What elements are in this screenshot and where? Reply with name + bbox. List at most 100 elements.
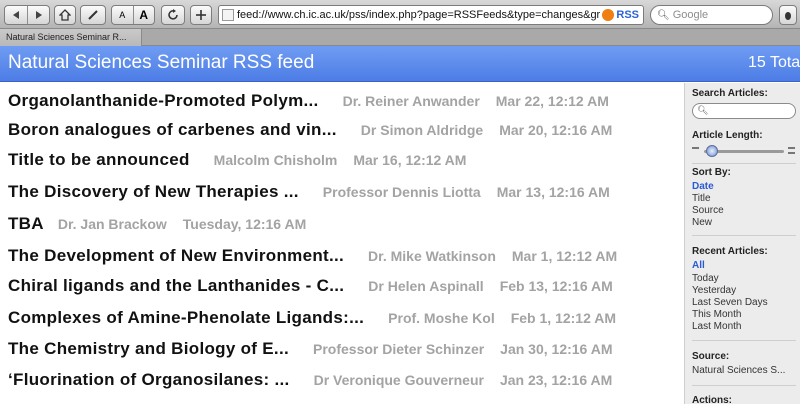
article-date: Mar 20, 12:16 AM [499,122,613,138]
forward-arrow-icon [35,11,42,19]
rss-icon[interactable] [602,9,615,21]
long-length-icon [788,147,795,154]
plus-icon [196,10,206,20]
divider [692,235,796,236]
article-title[interactable]: Title to be announced [8,150,190,170]
list-item[interactable]: The Development of New Environment... Dr… [8,246,617,276]
recent-option-all[interactable]: All [692,260,705,271]
divider [692,163,796,164]
address-bar[interactable]: feed://www.ch.ic.ac.uk/pss/index.php?pag… [218,5,644,25]
sort-option-new[interactable]: New [692,217,712,228]
article-title[interactable]: Complexes of Amine-Phenolate Ligands:... [8,308,364,328]
article-date: Mar 22, 12:12 AM [495,93,609,109]
article-author: Dr Veronique Gouverneur [313,372,484,388]
article-author: Dr Helen Aspinall [368,278,484,294]
list-item[interactable]: Chiral ligands and the Lanthanides - C..… [8,276,613,306]
article-title[interactable]: The Development of New Environment... [8,246,344,266]
divider [692,385,796,386]
article-title[interactable]: ‘Fluorination of Organosilanes: ... [8,370,290,390]
nav-buttons [4,5,50,25]
source-label: Source: [692,351,730,362]
text-smaller-button[interactable]: A [112,6,133,24]
sort-by-label: Sort By: [692,167,731,178]
article-author: Professor Dennis Liotta [322,184,481,200]
article-length-label: Article Length: [692,130,763,141]
article-title[interactable]: The Chemistry and Biology of E... [8,339,289,359]
page-favicon-icon [222,9,234,21]
sort-option-title[interactable]: Title [692,193,711,204]
add-bookmark-button[interactable] [190,5,212,25]
actions-label: Actions: [692,395,732,404]
search-placeholder: Google [672,9,709,21]
home-icon [59,9,71,21]
forward-button[interactable] [27,6,49,24]
list-item[interactable]: ‘Fluorination of Organosilanes: ... Dr V… [8,370,612,400]
recent-option-today[interactable]: Today [692,273,719,284]
back-button[interactable] [5,6,27,24]
address-url[interactable]: feed://www.ch.ic.ac.uk/pss/index.php?pag… [237,9,600,21]
home-button[interactable] [54,5,76,25]
list-item[interactable]: Title to be announced Malcolm Chisholm M… [8,150,466,180]
bookmark-edit-button[interactable] [80,5,106,25]
source-value[interactable]: Natural Sciences S... [692,365,785,376]
sort-option-source[interactable]: Source [692,205,724,216]
text-larger-button[interactable]: A [132,6,155,24]
browser-toolbar: A A feed://www.ch.ic.ac.uk/pss/index.php… [0,0,800,29]
search-icon: 🔍︎ [657,9,670,21]
recent-option-last-seven-days[interactable]: Last Seven Days [692,297,768,308]
reload-button[interactable] [161,5,185,25]
article-list: Organolanthanide-Promoted Polym... Dr. R… [0,83,684,404]
divider [692,340,796,341]
list-item[interactable]: The Chemistry and Biology of E... Profes… [8,339,613,369]
page-title: Natural Sciences Seminar RSS feed [8,52,315,73]
article-author: Dr. Jan Brackow [57,216,167,232]
article-date: Mar 1, 12:12 AM [511,248,618,264]
article-title[interactable]: Organolanthanide-Promoted Polym... [8,91,319,111]
back-arrow-icon [13,11,19,19]
reload-icon [168,9,178,20]
article-author: Dr Simon Aldridge [360,122,484,138]
text-size-buttons: A A [111,5,155,25]
pencil-icon [88,10,98,20]
recent-option-last-month[interactable]: Last Month [692,321,741,332]
search-icon: 🔍︎ [697,105,709,115]
article-date: Feb 13, 12:16 AM [499,278,613,294]
tab-rss-feed[interactable]: Natural Sciences Seminar R... [0,29,142,46]
article-date: Mar 13, 12:16 AM [496,184,610,200]
article-date: Mar 16, 12:12 AM [353,152,467,168]
feed-sidebar: Search Articles: 🔍︎ Article Length: Sort… [684,83,800,404]
article-title[interactable]: TBA [8,214,44,234]
article-author: Malcolm Chisholm [213,152,338,168]
list-item[interactable]: TBA Dr. Jan Brackow Tuesday, 12:16 AM [8,214,306,244]
article-title[interactable]: The Discovery of New Therapies ... [8,182,299,202]
article-author: Prof. Moshe Kol [388,310,495,326]
recent-option-this-month[interactable]: This Month [692,309,741,320]
search-articles-label: Search Articles: [692,88,768,99]
recent-option-yesterday[interactable]: Yesterday [692,285,736,296]
tab-strip: Natural Sciences Seminar R... [0,29,800,46]
recent-articles-label: Recent Articles: [692,246,768,257]
article-date: Feb 1, 12:12 AM [510,310,617,326]
google-search-field[interactable]: 🔍︎ Google [650,5,773,25]
article-author: Dr. Reiner Anwander [342,93,480,109]
article-author: Professor Dieter Schinzer [313,341,485,357]
article-title[interactable]: Boron analogues of carbenes and vin... [8,120,337,140]
article-date: Jan 30, 12:16 AM [500,341,613,357]
bug-icon [785,12,791,20]
list-item[interactable]: Organolanthanide-Promoted Polym... Dr. R… [8,91,609,121]
list-item[interactable]: The Discovery of New Therapies ... Profe… [8,182,610,212]
sort-option-date[interactable]: Date [692,181,714,192]
article-length-slider[interactable] [692,144,796,158]
list-item[interactable]: Boron analogues of carbenes and vin... D… [8,120,612,150]
article-search-input[interactable]: 🔍︎ [692,103,796,119]
bug-report-button[interactable] [779,5,797,25]
article-date: Tuesday, 12:16 AM [182,216,307,232]
rss-button[interactable]: RSS [616,9,639,21]
feed-header: Natural Sciences Seminar RSS feed 15 Tot… [0,46,800,82]
short-length-icon [692,147,699,149]
slider-knob[interactable] [706,145,718,157]
list-item[interactable]: Complexes of Amine-Phenolate Ligands:...… [8,308,616,338]
article-total: 15 Tota [748,54,800,71]
article-author: Dr. Mike Watkinson [368,248,496,264]
article-title[interactable]: Chiral ligands and the Lanthanides - C..… [8,276,344,296]
